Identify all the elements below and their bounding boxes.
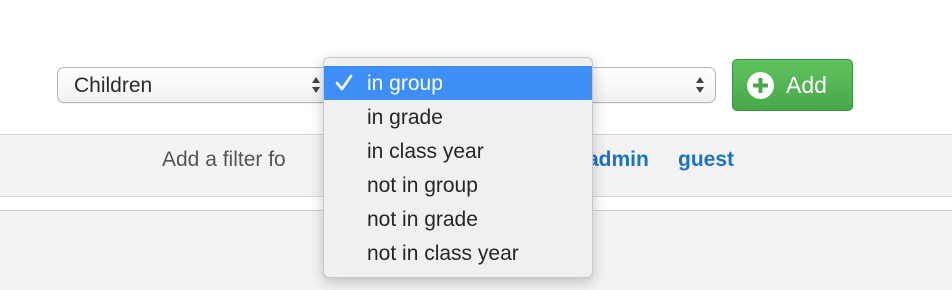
menu-item-in-grade[interactable]: in grade	[324, 100, 592, 134]
menu-item-label: not in group	[367, 174, 478, 197]
value-select[interactable]	[585, 67, 716, 103]
filter-link-guest[interactable]: guest	[678, 148, 734, 172]
filter-link-admin[interactable]: admin	[587, 148, 649, 172]
select-arrows-icon	[695, 74, 705, 96]
select-arrows-icon	[311, 74, 321, 96]
field-select[interactable]: Children	[57, 67, 332, 103]
field-select-value: Children	[74, 74, 153, 97]
plus-circle-icon	[747, 72, 774, 99]
menu-item-label: in grade	[367, 106, 443, 129]
menu-item-not-in-group[interactable]: not in group	[324, 168, 592, 202]
menu-item-not-in-class-year[interactable]: not in class year	[324, 236, 592, 270]
menu-item-label: not in grade	[367, 208, 478, 231]
page: Children Add Add a filter fo admin guest…	[0, 0, 952, 290]
menu-item-in-group[interactable]: in group	[324, 66, 592, 100]
filter-hint-text: Add a filter fo	[162, 148, 286, 171]
condition-dropdown-menu: in group in grade in class year not in g…	[323, 57, 593, 278]
menu-item-label: in class year	[367, 140, 484, 163]
menu-item-in-class-year[interactable]: in class year	[324, 134, 592, 168]
menu-item-label: not in class year	[367, 242, 519, 265]
menu-item-not-in-grade[interactable]: not in grade	[324, 202, 592, 236]
add-button-label: Add	[786, 72, 827, 98]
add-button[interactable]: Add	[732, 59, 853, 111]
menu-item-label: in group	[367, 72, 443, 95]
checkmark-icon	[334, 73, 354, 99]
